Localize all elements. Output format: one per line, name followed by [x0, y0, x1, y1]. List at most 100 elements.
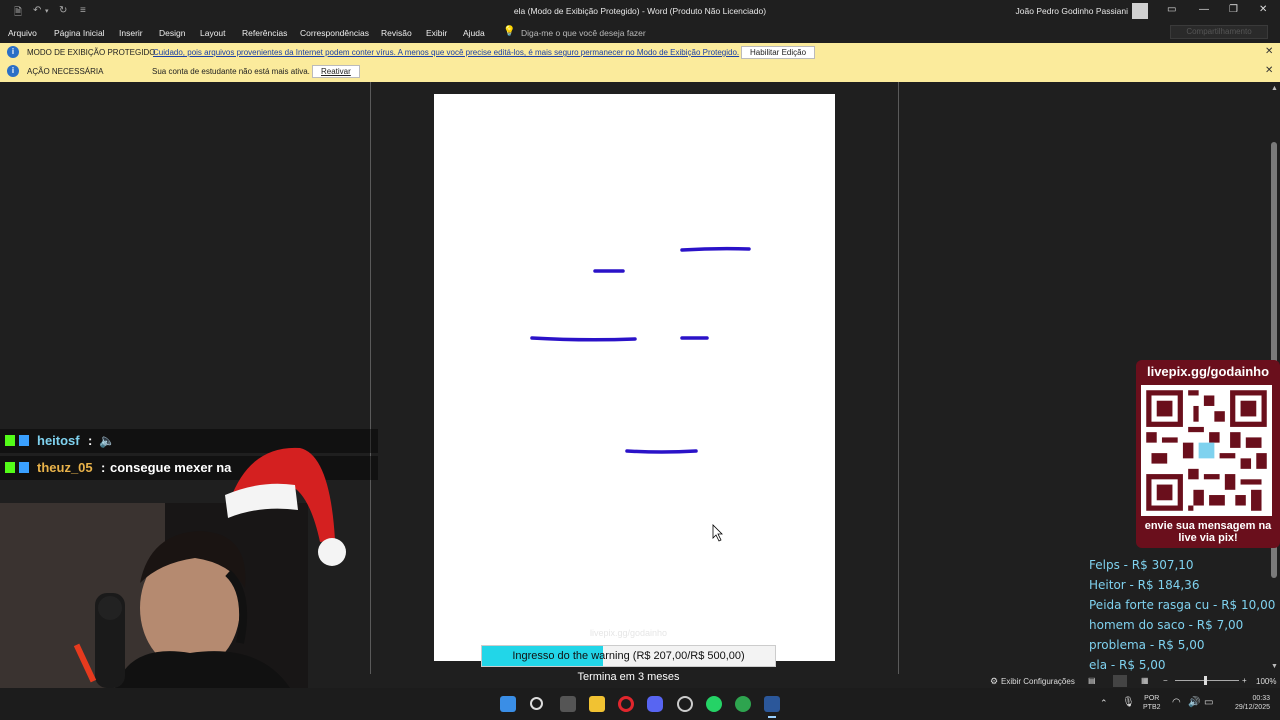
donation-item: Peida forte rasga cu - R$ 10,00 [1089, 598, 1276, 612]
donation-item: Heitor - R$ 184,36 [1089, 578, 1200, 592]
whatsapp-icon[interactable] [706, 696, 722, 712]
menu-correspondencias[interactable]: Correspondências [300, 28, 369, 38]
qr-code-image [1141, 385, 1272, 516]
title-bar: 🗎 ↶ ▾ ↻ ≡ ela (Modo de Exibição Protegid… [0, 0, 1280, 22]
share-button[interactable]: Compartilhamento [1170, 25, 1268, 39]
display-settings-button[interactable]: Exibir Configurações [1001, 677, 1075, 686]
language-code: POR [1144, 695, 1160, 702]
read-mode-icon[interactable]: ▤ [1088, 676, 1096, 685]
menu-pagina-inicial[interactable]: Página Inicial [54, 28, 105, 38]
livepix-message: envie sua mensagem na live via pix! [1136, 520, 1280, 544]
chat-separator: : [88, 433, 93, 448]
file-explorer-icon[interactable] [589, 696, 605, 712]
protected-view-bar: i MODO DE EXIBIÇÃO PROTEGIDO Cuidado, po… [0, 43, 1280, 62]
lightbulb-icon: 💡 [503, 26, 516, 37]
volume-icon[interactable]: 🔊 [1188, 697, 1200, 708]
zoom-slider[interactable] [1175, 680, 1239, 681]
action-required-message: Sua conta de estudante não está mais ati… [152, 67, 310, 76]
zoom-out-icon[interactable]: − [1163, 676, 1168, 685]
menu-inserir[interactable]: Inserir [119, 28, 143, 38]
ribbon-display-options-icon[interactable]: ▭ [1167, 4, 1176, 15]
donation-item: ela - R$ 5,00 [1089, 658, 1166, 672]
word-icon[interactable] [764, 696, 780, 712]
restore-icon[interactable]: ❐ [1229, 4, 1238, 15]
enable-editing-button[interactable]: Habilitar Edição [741, 46, 816, 59]
scroll-down-icon[interactable]: ▼ [1271, 663, 1278, 670]
santa-hat-overlay [225, 447, 346, 566]
action-required-label: AÇÃO NECESSÁRIA [27, 67, 104, 76]
close-bar-icon[interactable]: ✕ [1265, 46, 1273, 57]
chat-separator: : [101, 460, 106, 475]
menu-design[interactable]: Design [159, 28, 185, 38]
zoom-slider-thumb[interactable] [1204, 676, 1207, 685]
menu-bar: Arquivo Página Inicial Inserir Design La… [0, 22, 1280, 43]
ink-stroke [530, 336, 637, 342]
donation-goal-label: Ingresso do the warning (R$ 207,00/R$ 50… [512, 650, 745, 662]
menu-layout[interactable]: Layout [200, 28, 226, 38]
livepix-message-line: live via pix! [1178, 532, 1238, 544]
donation-item: Felps - R$ 307,10 [1089, 558, 1194, 572]
clock-date: 29/12/2025 [1234, 704, 1270, 711]
info-icon: i [7, 46, 19, 58]
wifi-icon[interactable]: ◠ [1172, 697, 1181, 708]
user-avatar[interactable] [1132, 3, 1148, 19]
ink-stroke [625, 449, 698, 454]
taskbar: ⌃ 🎙 ◠ 🔊 ▭ [0, 688, 1280, 720]
kick-badge-icon [5, 435, 15, 446]
menu-exibir[interactable]: Exibir [426, 28, 447, 38]
protected-view-message[interactable]: Cuidado, pois arquivos provenientes da I… [153, 48, 739, 57]
info-icon: i [7, 65, 19, 77]
scroll-up-icon[interactable]: ▲ [1271, 85, 1278, 92]
subscriber-badge-icon [19, 435, 29, 446]
battery-icon[interactable]: ▭ [1204, 697, 1213, 708]
document-page[interactable] [434, 94, 835, 661]
column-guide [898, 82, 899, 674]
menu-revisao[interactable]: Revisão [381, 28, 412, 38]
protected-view-label: MODO DE EXIBIÇÃO PROTEGIDO [27, 48, 156, 57]
column-guide [370, 82, 371, 674]
close-window-icon[interactable]: ✕ [1259, 4, 1267, 15]
print-layout-icon[interactable] [1113, 675, 1127, 687]
qr-code [1141, 385, 1272, 516]
opera-icon[interactable] [618, 696, 634, 712]
user-name[interactable]: João Pedro Godinho Passiani [1016, 6, 1128, 16]
menu-ajuda[interactable]: Ajuda [463, 28, 485, 38]
keyboard-layout: PTB2 [1143, 704, 1161, 711]
microphone-icon[interactable]: 🎙 [1122, 697, 1135, 708]
settings-icon: ⚙ [990, 676, 999, 686]
emote-icon: 🔈 [99, 433, 116, 448]
edge-icon[interactable] [735, 696, 751, 712]
task-view-icon[interactable] [560, 696, 576, 712]
menu-referencias[interactable]: Referências [242, 28, 287, 38]
show-hidden-icons-icon[interactable]: ⌃ [1100, 698, 1108, 709]
livepix-url: livepix.gg/godainho [1146, 364, 1270, 379]
minimize-icon[interactable]: — [1199, 4, 1209, 15]
zoom-in-icon[interactable]: + [1242, 676, 1247, 685]
ink-stroke [680, 246, 751, 252]
web-layout-icon[interactable]: ▦ [1141, 676, 1149, 685]
reactivate-button[interactable]: Reativar [312, 65, 360, 78]
active-app-indicator [768, 716, 776, 718]
chat-username: heitosf [37, 433, 80, 448]
donation-goal-ends: Termina em 3 meses [577, 671, 680, 683]
goal-watermark: livepix.gg/godainho [589, 628, 668, 638]
menu-arquivo[interactable]: Arquivo [8, 28, 37, 38]
search-icon[interactable] [530, 697, 543, 710]
donation-item: homem do saco - R$ 7,00 [1089, 618, 1244, 632]
discord-icon[interactable] [647, 696, 663, 712]
livepix-message-line: envie sua mensagem na [1144, 520, 1272, 532]
clock[interactable]: 00:33 29/12/2025 [1218, 694, 1270, 712]
mouse-cursor-icon [712, 524, 723, 542]
zoom-level[interactable]: 100% [1256, 677, 1276, 686]
subscriber-badge-icon [19, 462, 29, 473]
action-required-bar: i AÇÃO NECESSÁRIA Sua conta de estudante… [0, 62, 1280, 82]
chat-username: theuz_05 [37, 460, 93, 475]
tell-me-search[interactable]: Diga-me o que você deseja fazer [521, 28, 646, 38]
kick-badge-icon [5, 462, 15, 473]
input-language[interactable]: POR PTB2 [1143, 694, 1161, 712]
close-bar-icon[interactable]: ✕ [1265, 65, 1273, 76]
windows-start-icon[interactable] [500, 696, 516, 712]
chatgpt-icon[interactable] [677, 696, 693, 712]
donation-item: problema - R$ 5,00 [1089, 638, 1205, 652]
clock-time: 00:33 [1252, 695, 1270, 702]
